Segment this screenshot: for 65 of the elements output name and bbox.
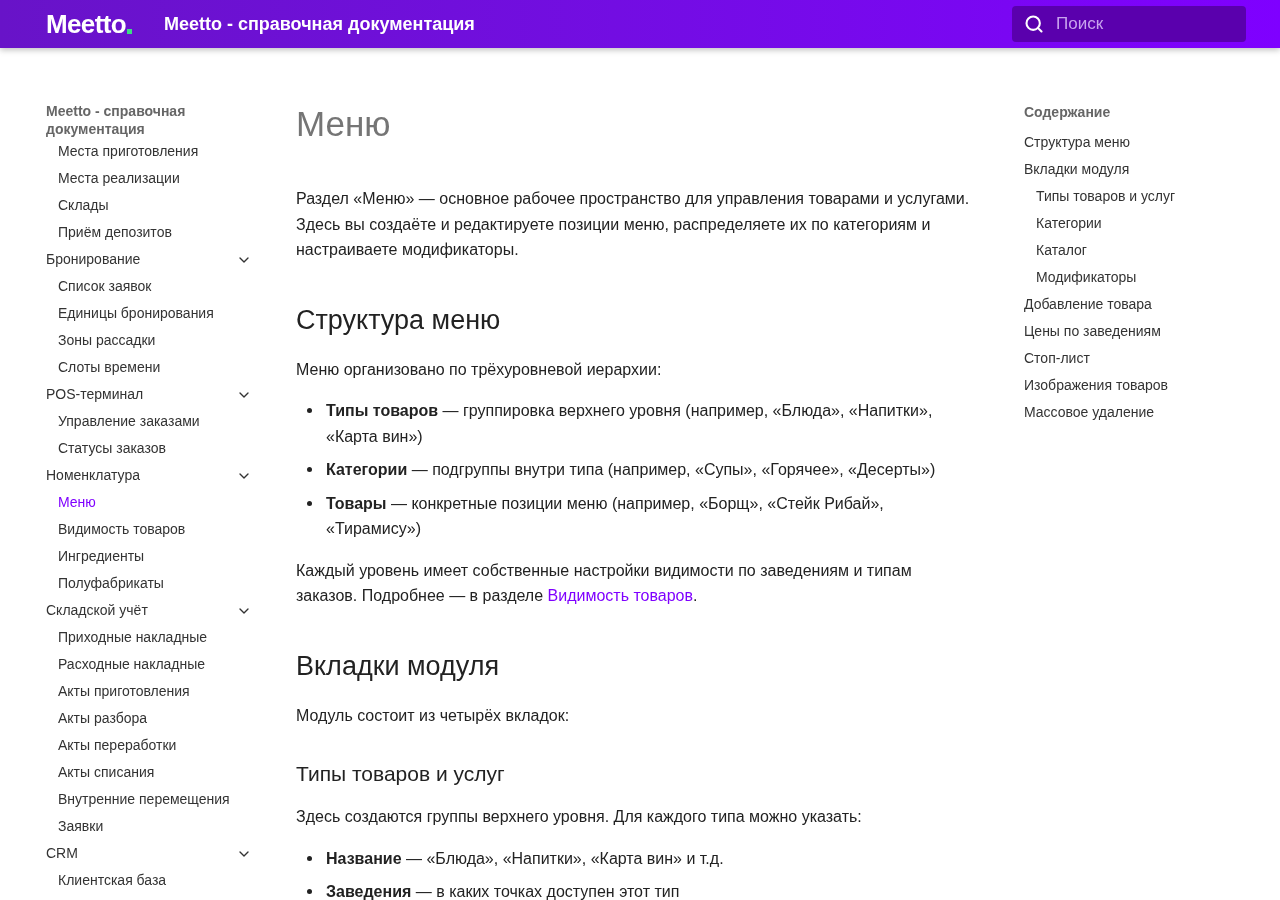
toc-link[interactable]: Стоп-лист: [1024, 345, 1254, 372]
toc-link[interactable]: Цены по заведениям: [1024, 318, 1254, 345]
nav-link[interactable]: Статусы заказов: [46, 435, 256, 462]
nav-link[interactable]: Единицы бронирования: [46, 300, 256, 327]
list-item: Заведения — в каких точках доступен этот тип: [326, 879, 976, 900]
nav-link[interactable]: Акты приготовления: [46, 678, 256, 705]
nav-link[interactable]: Внутренние перемещения: [46, 786, 256, 813]
nav-link[interactable]: Меню: [46, 489, 256, 516]
toc-link[interactable]: Типы товаров и услуг: [1024, 183, 1254, 210]
list-item: Категории — подгруппы внутри типа (например, «Супы», «Горячее», «Десерты»): [326, 457, 976, 483]
list-item: Типы товаров — группировка верхнего уровня (например, «Блюда», «Напитки», «Карта вин»): [326, 398, 976, 449]
page-title: Меню: [296, 103, 392, 145]
bullet-icon: [307, 500, 312, 506]
nav-link[interactable]: Список заявок: [46, 273, 256, 300]
toc-link[interactable]: Категории: [1024, 210, 1254, 237]
paragraph: Каждый уровень имеет собственные настройки видимости по заведениям и типам заказов. Подробнее — в разделе Видимость товаров.: [296, 560, 913, 606]
nav-link[interactable]: Склады: [46, 192, 256, 219]
toc-link[interactable]: Вкладки модуля: [1024, 156, 1254, 183]
nav-title: Meetto - справочная документация: [46, 102, 187, 138]
search-field[interactable]: Поиск: [1012, 6, 1246, 42]
list-item: Товары — конкретные позиции меню (например, «Борщ», «Стейк Рибай», «Тирамису»): [326, 490, 976, 542]
nav-link[interactable]: Расходные накладные: [46, 651, 256, 678]
nav-link[interactable]: Акты разбора: [46, 705, 256, 732]
subsection-heading: Типы товаров и услуг: [296, 761, 506, 787]
bullet-icon: [307, 467, 312, 472]
nav-link[interactable]: Приём депозитов: [46, 219, 256, 246]
list-item: Название — «Блюда», «Напитки», «Карта вин» и т.д.: [326, 845, 976, 871]
bullet-icon: [307, 855, 312, 861]
toc-link[interactable]: Каталог: [1024, 237, 1254, 264]
toc-title: Содержание: [1024, 103, 1112, 122]
toc-link[interactable]: Структура меню: [1024, 129, 1254, 156]
nav-section[interactable]: CRM: [46, 840, 256, 867]
nav-section[interactable]: Складской учёт: [46, 597, 256, 624]
nav-link[interactable]: Зоны рассадки: [46, 327, 256, 354]
toc-link[interactable]: Добавление товара: [1024, 291, 1254, 318]
nav-link[interactable]: Места реализации: [46, 165, 256, 192]
nav-link[interactable]: Клиентская база: [46, 867, 256, 894]
search-icon: [1024, 14, 1044, 34]
link[interactable]: Видимость товаров: [547, 587, 693, 604]
logo[interactable]: Meetto: [46, 4, 126, 44]
nav-link[interactable]: Ингредиенты: [46, 543, 256, 570]
nav-link[interactable]: Видимость товаров: [46, 516, 256, 543]
paragraph: Раздел «Меню» — основное рабочее пространство для управления товарами и услугами. Здесь вы создаёте и редактируете позиции меню, распределяете их по категориям и настраиваете модификаторы.: [296, 189, 971, 260]
nav-section[interactable]: Номенклатура: [46, 462, 256, 489]
paragraph: Здесь создаются группы верхнего уровня. Для каждого типа можно указать:: [296, 807, 863, 827]
toc-link[interactable]: Массовое удаление: [1024, 399, 1254, 426]
bullet-icon: [307, 889, 312, 894]
nav-link[interactable]: Заявки: [46, 813, 256, 840]
section-heading: Структура меню: [296, 303, 502, 337]
nav-link[interactable]: Приходные накладные: [46, 624, 256, 651]
nav-link[interactable]: Полуфабрикаты: [46, 570, 256, 597]
site-title: Meetto - справочная документация: [163, 12, 475, 36]
paragraph: Меню организовано по трёхуровневой иерархии:: [296, 359, 663, 380]
nav-link[interactable]: Акты списания: [46, 759, 256, 786]
nav-link[interactable]: Управление заказами: [46, 408, 256, 435]
nav-section[interactable]: POS-терминал: [46, 381, 256, 408]
toc-link[interactable]: Модификаторы: [1024, 264, 1254, 291]
bullet-icon: [307, 408, 312, 413]
nav-link[interactable]: Места приготовления: [46, 138, 256, 165]
paragraph: Модуль состоит из четырёх вкладок:: [296, 705, 571, 726]
toc-link[interactable]: Изображения товаров: [1024, 372, 1254, 399]
section-heading: Вкладки модуля: [296, 649, 501, 683]
nav-section[interactable]: Бронирование: [46, 246, 256, 273]
nav-link[interactable]: Акты переработки: [46, 732, 256, 759]
nav-link[interactable]: Слоты времени: [46, 354, 256, 381]
